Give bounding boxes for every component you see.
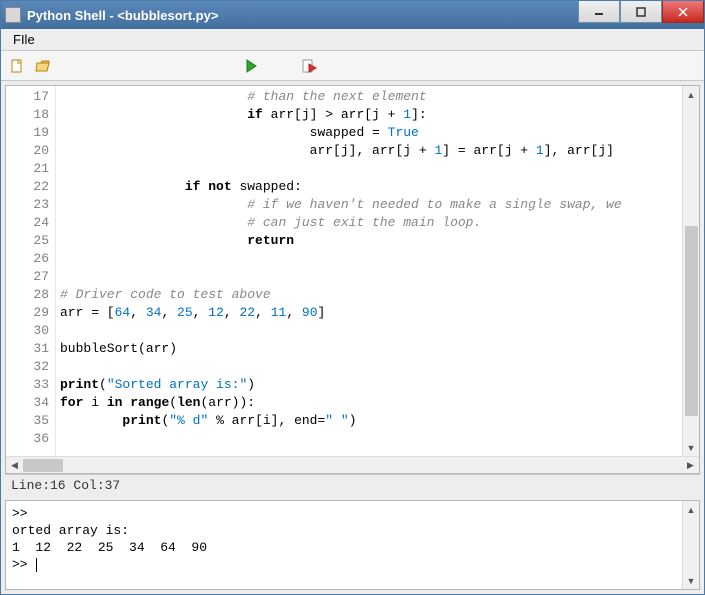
code-text[interactable]: # than the next element if arr[j] > arr[…	[56, 86, 682, 456]
cursor-position: Line:16 Col:37	[11, 478, 120, 493]
run-icon	[243, 58, 259, 74]
minimize-icon	[594, 7, 604, 17]
code-line[interactable]: print("% d" % arr[i], end=" ")	[60, 412, 682, 430]
code-line[interactable]: # can just exit the main loop.	[60, 214, 682, 232]
scroll-down-icon[interactable]: ▼	[683, 439, 699, 456]
code-line[interactable]	[60, 268, 682, 286]
code-line[interactable]: arr[j], arr[j + 1] = arr[j + 1], arr[j]	[60, 142, 682, 160]
run-button[interactable]	[239, 54, 263, 78]
status-bar: Line:16 Col:37	[5, 474, 700, 496]
open-folder-icon	[35, 58, 51, 74]
code-line[interactable]: for i in range(len(arr)):	[60, 394, 682, 412]
maximize-icon	[636, 7, 646, 17]
scroll-left-icon[interactable]: ◀	[6, 457, 23, 473]
titlebar[interactable]: Python Shell - <bubblesort.py>	[1, 1, 704, 29]
window-controls	[578, 1, 704, 29]
toolbar	[1, 51, 704, 81]
code-line[interactable]	[60, 358, 682, 376]
code-area[interactable]: 1718192021222324252627282930313233343536…	[6, 86, 682, 456]
code-line[interactable]: print("Sorted array is:")	[60, 376, 682, 394]
text-cursor	[36, 558, 37, 572]
code-line[interactable]	[60, 322, 682, 340]
code-line[interactable]: arr = [64, 34, 25, 12, 22, 11, 90]	[60, 304, 682, 322]
code-line[interactable]: swapped = True	[60, 124, 682, 142]
open-file-button[interactable]	[31, 54, 55, 78]
code-line[interactable]: # if we haven't needed to make a single …	[60, 196, 682, 214]
code-line[interactable]: if arr[j] > arr[j + 1]:	[60, 106, 682, 124]
menubar: FIle	[1, 29, 704, 51]
code-line[interactable]	[60, 430, 682, 448]
menu-file[interactable]: FIle	[5, 30, 43, 49]
console-vertical-scrollbar[interactable]: ▲ ▼	[682, 501, 699, 589]
hscroll-thumb[interactable]	[23, 459, 63, 472]
debug-icon	[301, 58, 317, 74]
code-line[interactable]	[60, 250, 682, 268]
code-line[interactable]: # than the next element	[60, 88, 682, 106]
editor-horizontal-scrollbar[interactable]: ◀ ▶	[6, 456, 699, 473]
editor-vertical-scrollbar[interactable]: ▲ ▼	[682, 86, 699, 456]
line-number-gutter: 1718192021222324252627282930313233343536	[6, 86, 56, 456]
scroll-up-icon[interactable]: ▲	[683, 501, 699, 518]
close-button[interactable]	[662, 1, 704, 23]
code-line[interactable]: # Driver code to test above	[60, 286, 682, 304]
code-line[interactable]: if not swapped:	[60, 178, 682, 196]
close-icon	[678, 7, 688, 17]
window-title: Python Shell - <bubblesort.py>	[27, 8, 578, 23]
app-icon	[5, 7, 21, 23]
minimize-button[interactable]	[578, 1, 620, 23]
new-file-button[interactable]	[5, 54, 29, 78]
editor-pane: 1718192021222324252627282930313233343536…	[5, 85, 700, 474]
debug-button[interactable]	[297, 54, 321, 78]
scroll-thumb[interactable]	[685, 226, 698, 416]
maximize-button[interactable]	[620, 1, 662, 23]
console-output[interactable]: >>orted array is:1 12 22 25 34 64 90>>	[6, 501, 682, 589]
code-line[interactable]: return	[60, 232, 682, 250]
scroll-down-icon[interactable]: ▼	[683, 572, 699, 589]
new-file-icon	[9, 58, 25, 74]
window: Python Shell - <bubblesort.py> FIle	[0, 0, 705, 595]
code-line[interactable]	[60, 160, 682, 178]
code-line[interactable]: bubbleSort(arr)	[60, 340, 682, 358]
scroll-up-icon[interactable]: ▲	[683, 86, 699, 103]
scroll-right-icon[interactable]: ▶	[682, 457, 699, 473]
console-pane: >>orted array is:1 12 22 25 34 64 90>> ▲…	[5, 500, 700, 590]
